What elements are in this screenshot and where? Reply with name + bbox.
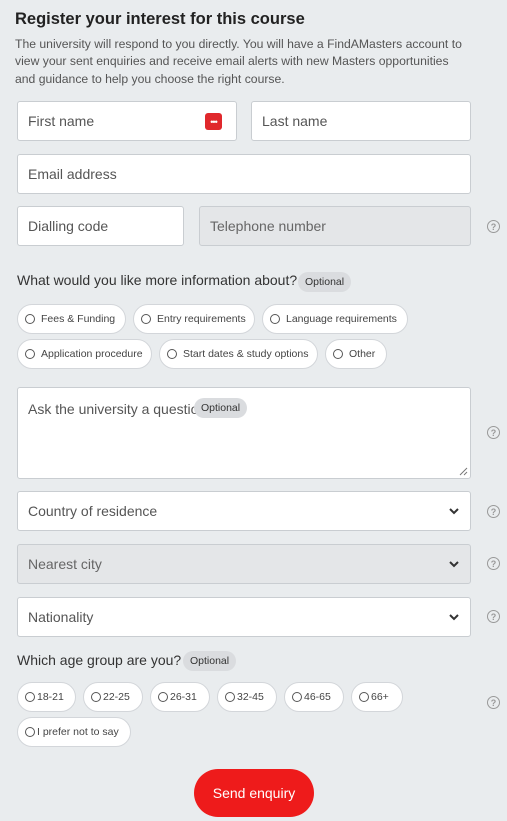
radio-icon xyxy=(25,727,35,737)
country-select[interactable]: Country of residence xyxy=(17,491,471,531)
question-placeholder: Ask the university a question xyxy=(28,401,207,417)
option-label: 66+ xyxy=(371,691,389,703)
help-icon-question[interactable]: ? xyxy=(487,426,500,439)
first-name-input[interactable]: First name ••• xyxy=(17,101,237,141)
radio-icon xyxy=(225,692,235,702)
option-label: I prefer not to say xyxy=(37,726,119,738)
chevron-down-icon xyxy=(449,561,459,568)
telephone-placeholder: Telephone number xyxy=(210,218,326,234)
age-option-46-65[interactable]: 46-65 xyxy=(284,682,344,712)
password-manager-icon[interactable]: ••• xyxy=(205,113,222,130)
nationality-select-value: Nationality xyxy=(28,609,94,625)
option-application-procedure[interactable]: Application procedure xyxy=(17,339,152,369)
radio-icon xyxy=(25,349,35,359)
email-input[interactable]: Email address xyxy=(17,154,471,194)
form-intro: The university will respond to you direc… xyxy=(15,37,462,86)
form-title: Register your interest for this course xyxy=(15,10,305,28)
info-question-label: What would you like more information abo… xyxy=(17,272,298,288)
resize-handle-icon[interactable] xyxy=(459,467,468,476)
help-icon-nationality[interactable]: ? xyxy=(487,610,500,623)
last-name-placeholder: Last name xyxy=(262,113,328,129)
radio-icon xyxy=(333,349,343,359)
option-other[interactable]: Other xyxy=(325,339,387,369)
option-label: 46-65 xyxy=(304,691,331,703)
radio-icon xyxy=(292,692,302,702)
info-optional-badge: Optional xyxy=(298,272,352,292)
help-icon-city[interactable]: ? xyxy=(487,557,500,570)
radio-icon xyxy=(25,314,35,324)
send-enquiry-button[interactable]: Send enquiry xyxy=(194,769,314,817)
age-option-26-31[interactable]: 26-31 xyxy=(150,682,210,712)
help-icon-country[interactable]: ? xyxy=(487,505,500,518)
age-question-label: Which age group are you? xyxy=(17,652,182,668)
radio-icon xyxy=(91,692,101,702)
option-label: 22-25 xyxy=(103,691,130,703)
age-optional-badge: Optional xyxy=(183,651,237,671)
age-option-32-45[interactable]: 32-45 xyxy=(217,682,277,712)
option-entry-requirements[interactable]: Entry requirements xyxy=(133,304,255,334)
nationality-select[interactable]: Nationality xyxy=(17,597,471,637)
option-label: 18-21 xyxy=(37,691,64,703)
question-optional-badge: Optional xyxy=(194,398,248,418)
radio-icon xyxy=(167,349,177,359)
option-fees-funding[interactable]: Fees & Funding xyxy=(17,304,126,334)
option-label: Other xyxy=(349,348,376,360)
telephone-input[interactable]: Telephone number xyxy=(199,206,471,246)
help-icon-telephone[interactable]: ? xyxy=(487,220,500,233)
age-option-22-25[interactable]: 22-25 xyxy=(83,682,143,712)
dialling-code-input[interactable]: Dialling code xyxy=(17,206,184,246)
email-placeholder: Email address xyxy=(28,166,117,182)
option-label: Fees & Funding xyxy=(41,313,116,325)
option-label: Application procedure xyxy=(41,348,143,360)
city-select[interactable]: Nearest city xyxy=(17,544,471,584)
radio-icon xyxy=(359,692,369,702)
option-language-requirements[interactable]: Language requirements xyxy=(262,304,408,334)
first-name-placeholder: First name xyxy=(28,113,95,129)
dialling-code-placeholder: Dialling code xyxy=(28,218,109,234)
radio-icon xyxy=(141,314,151,324)
age-option-prefer-not[interactable]: I prefer not to say xyxy=(17,717,131,747)
radio-icon xyxy=(158,692,168,702)
country-select-value: Country of residence xyxy=(28,503,158,519)
last-name-input[interactable]: Last name xyxy=(251,101,471,141)
option-label: 32-45 xyxy=(237,691,264,703)
age-option-66-plus[interactable]: 66+ xyxy=(351,682,403,712)
radio-icon xyxy=(25,692,35,702)
help-icon-age[interactable]: ? xyxy=(487,696,500,709)
option-label: 26-31 xyxy=(170,691,197,703)
chevron-down-icon xyxy=(449,614,459,621)
option-label: Entry requirements xyxy=(157,313,246,325)
radio-icon xyxy=(270,314,280,324)
chevron-down-icon xyxy=(449,508,459,515)
age-option-18-21[interactable]: 18-21 xyxy=(17,682,76,712)
option-label: Start dates & study options xyxy=(183,348,309,360)
option-label: Language requirements xyxy=(286,313,397,325)
option-start-dates[interactable]: Start dates & study options xyxy=(159,339,318,369)
city-select-value: Nearest city xyxy=(28,556,102,572)
